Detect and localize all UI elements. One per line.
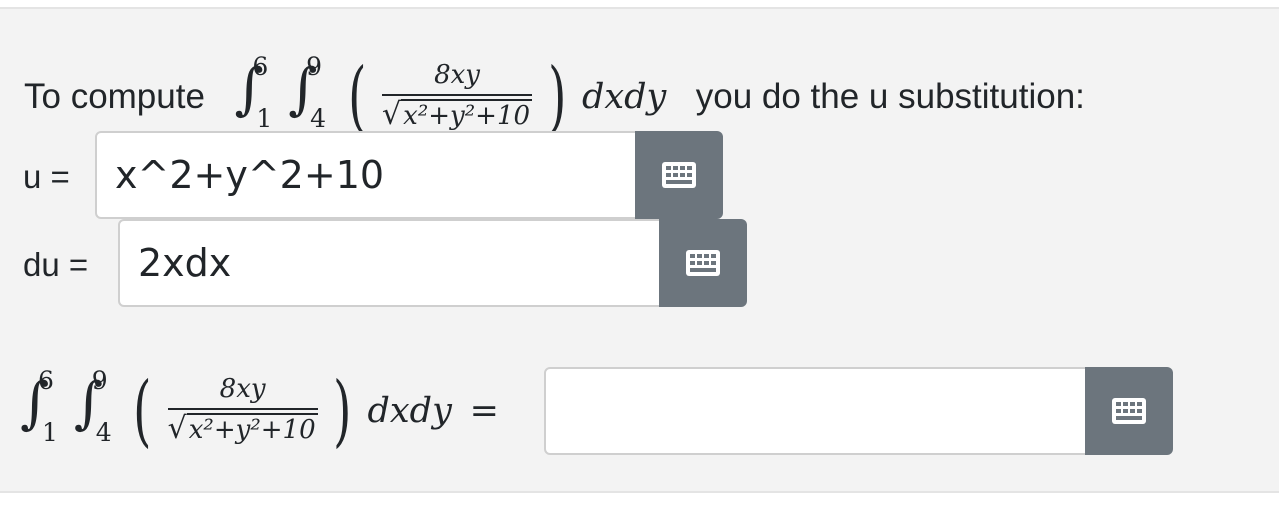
answer-keyboard-button[interactable] — [1085, 367, 1173, 455]
answer-numerator: 8xy — [219, 374, 266, 405]
inner-integral: ∫ 9 4 — [288, 51, 327, 133]
integrand-fraction: 8xy √x²+y²+10 — [382, 60, 533, 133]
answer-expression: ∫ 6 1 ∫ 9 4 ( 8xy √x²+y²+10 ) dxdy = — [20, 359, 499, 459]
keyboard-icon — [1111, 397, 1147, 425]
question-text: To compute ∫ 6 1 ∫ 9 4 ( 8xy √x²+y²+10 )… — [24, 45, 1085, 145]
answer-input[interactable] — [544, 367, 1087, 455]
equals-sign: = — [469, 390, 499, 431]
du-keyboard-button[interactable] — [659, 219, 747, 307]
outer-upper-limit: 6 — [252, 51, 269, 81]
u-keyboard-button[interactable] — [635, 131, 723, 219]
answer-differential: dxdy — [367, 390, 452, 431]
keyboard-icon — [661, 161, 697, 189]
answer-outer-upper-limit: 6 — [38, 365, 54, 395]
u-label: u = — [23, 158, 70, 195]
integrand-radicand: x²+y²+10 — [401, 99, 533, 132]
answer-radicand: x²+y²+10 — [186, 413, 318, 446]
du-label: du = — [23, 246, 89, 283]
answer-inner-integral: ∫ 9 4 — [73, 365, 112, 447]
question-suffix: you do the u substitution: — [695, 76, 1085, 116]
answer-inner-lower-limit: 4 — [95, 417, 112, 447]
u-input[interactable]: x^2+y^2+10 — [95, 131, 637, 219]
inner-upper-limit: 9 — [306, 51, 323, 81]
integrand-numerator: 8xy — [434, 60, 480, 91]
answer-outer-integral: ∫ 6 1 — [20, 365, 58, 447]
outer-integral: ∫ 6 1 — [234, 51, 273, 133]
keyboard-icon — [685, 249, 721, 277]
du-input[interactable]: 2xdx — [118, 219, 661, 307]
answer-outer-lower-limit: 1 — [42, 417, 58, 447]
question-panel: To compute ∫ 6 1 ∫ 9 4 ( 8xy √x²+y²+10 )… — [0, 7, 1279, 493]
inner-lower-limit: 4 — [310, 103, 327, 133]
answer-integrand-fraction: 8xy √x²+y²+10 — [167, 374, 318, 447]
outer-lower-limit: 1 — [256, 103, 273, 133]
answer-inner-upper-limit: 9 — [91, 365, 108, 395]
